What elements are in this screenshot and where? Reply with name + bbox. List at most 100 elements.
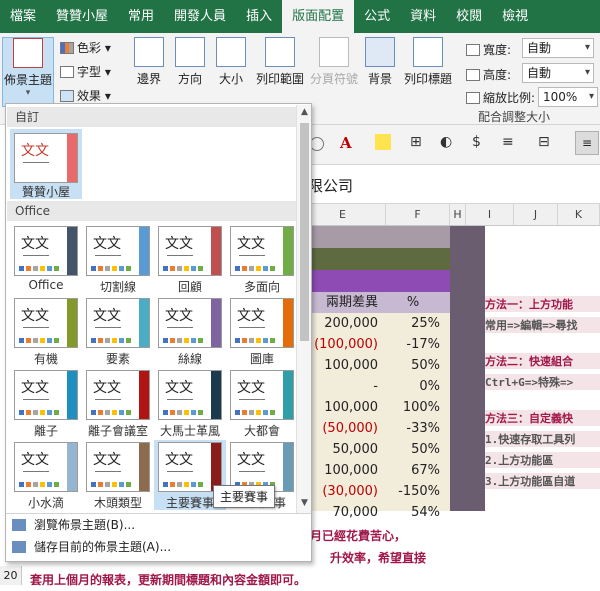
fonts-button[interactable]: 字型 ▾ xyxy=(60,63,111,80)
tab-insert[interactable]: 插入 xyxy=(236,0,282,33)
theme-tile[interactable]: 文文 離子會議室 xyxy=(82,368,154,438)
theme-tile[interactable]: 文文 回顧 xyxy=(154,224,226,294)
scale-spinner[interactable]: 100% xyxy=(538,87,598,107)
circle-icon[interactable] xyxy=(310,137,324,151)
print-titles-button[interactable]: 列印標題 xyxy=(402,37,454,87)
table-row: 70,000 54% xyxy=(300,502,450,523)
borders-icon[interactable]: ⊞ xyxy=(410,134,422,150)
gallery-scrollbar[interactable]: ▲ ▼ xyxy=(296,105,311,513)
merge-icon[interactable]: ⊟ xyxy=(538,134,550,150)
theme-tile[interactable]: 文文 多面向 xyxy=(226,224,298,294)
theme-tile[interactable]: 文文 小水滴 xyxy=(10,440,82,510)
browse-themes-item[interactable]: 瀏覽佈景主題(B)... xyxy=(12,516,135,533)
color-swatch xyxy=(270,266,275,271)
align-left-icon[interactable]: ≡ xyxy=(575,131,599,155)
font-color-icon[interactable]: A xyxy=(340,134,352,152)
tab-page-layout[interactable]: 版面配置 xyxy=(282,0,355,33)
pct-cell[interactable]: -150% xyxy=(386,481,450,502)
col-header-h[interactable]: H xyxy=(450,204,466,225)
size-button[interactable]: 大小 xyxy=(214,37,248,87)
diff-cell[interactable]: 100,000 xyxy=(300,397,386,418)
themes-button[interactable]: 佈景主題 ▾ xyxy=(2,37,54,107)
theme-tile[interactable]: 文文 大馬士革風 xyxy=(154,368,226,438)
scroll-thumb[interactable] xyxy=(300,123,309,341)
width-select[interactable]: 自動 xyxy=(522,38,594,58)
theme-swatches xyxy=(19,266,59,271)
table-row: 100,000 50% xyxy=(300,355,450,376)
scroll-up-icon[interactable]: ▲ xyxy=(297,105,312,120)
row-header[interactable]: 20 xyxy=(0,566,22,585)
theme-tile[interactable]: 文文 有機 xyxy=(10,296,82,366)
pct-cell[interactable]: -17% xyxy=(386,334,450,355)
theme-tile[interactable]: 文文 木頭類型 xyxy=(82,440,154,510)
col-header-e[interactable]: E xyxy=(300,204,386,225)
pct-cell[interactable]: 54% xyxy=(386,502,450,523)
diff-cell[interactable]: 100,000 xyxy=(300,460,386,481)
header-diff[interactable]: 兩期差異 xyxy=(300,292,386,313)
margins-button[interactable]: 邊界 xyxy=(130,37,168,87)
scroll-down-icon[interactable]: ▼ xyxy=(297,496,312,511)
pct-cell[interactable]: 0% xyxy=(386,376,450,397)
col-header-i[interactable]: I xyxy=(466,204,514,225)
col-header-j[interactable]: J xyxy=(514,204,558,225)
print-area-button[interactable]: 列印範圍 xyxy=(250,37,310,87)
diff-cell[interactable]: 200,000 xyxy=(300,313,386,334)
color-swatch xyxy=(256,338,261,343)
theme-tile[interactable]: 文文 要素 xyxy=(82,296,154,366)
theme-tile[interactable]: 文文 離子 xyxy=(10,368,82,438)
tab-custom[interactable]: 贊贊小屋 xyxy=(46,0,118,33)
col-header-k[interactable]: K xyxy=(558,204,600,225)
diff-cell[interactable]: 50,000 xyxy=(300,439,386,460)
theme-preview-line xyxy=(167,255,193,256)
diff-cell[interactable]: (100,000) xyxy=(300,334,386,355)
style-icon[interactable]: ◐ xyxy=(440,134,452,150)
colors-button[interactable]: 色彩 ▾ xyxy=(60,39,111,56)
theme-preview-text: 文文 xyxy=(21,308,49,324)
currency-icon[interactable]: $ xyxy=(472,134,481,150)
effects-button[interactable]: 效果 ▾ xyxy=(60,87,111,104)
diff-cell[interactable]: - xyxy=(300,376,386,397)
diff-cell[interactable]: 100,000 xyxy=(300,355,386,376)
orientation-button[interactable]: 方向 xyxy=(170,37,210,87)
diff-cell[interactable]: 70,000 xyxy=(300,502,386,523)
tab-home[interactable]: 常用 xyxy=(118,0,164,33)
color-swatch xyxy=(249,266,254,271)
formula-text[interactable]: 限公司 xyxy=(308,175,353,196)
tab-review[interactable]: 校閱 xyxy=(446,0,492,33)
pct-cell[interactable]: 50% xyxy=(386,355,450,376)
colors-label: 色彩 xyxy=(77,41,102,55)
theme-swatches xyxy=(19,482,59,487)
pct-cell[interactable]: -33% xyxy=(386,418,450,439)
color-swatch xyxy=(191,410,196,415)
tab-file[interactable]: 檔案 xyxy=(0,0,46,33)
breaks-button[interactable]: 分頁符號 xyxy=(306,37,362,87)
height-select[interactable]: 自動 xyxy=(522,63,594,83)
tab-view[interactable]: 檢視 xyxy=(492,0,538,33)
theme-tile[interactable]: 文文 絲線 xyxy=(154,296,226,366)
tab-developer[interactable]: 開發人員 xyxy=(164,0,236,33)
header-pct[interactable]: % xyxy=(386,292,450,313)
theme-thumbnail: 文文 xyxy=(14,442,78,492)
tab-data[interactable]: 資料 xyxy=(400,0,446,33)
theme-accent-strip xyxy=(139,299,149,347)
theme-tile[interactable]: 文文 圖庫 xyxy=(226,296,298,366)
theme-tile[interactable]: 文文 切割線 xyxy=(82,224,154,294)
print-area-icon xyxy=(265,37,295,67)
save-theme-item[interactable]: 儲存目前的佈景主題(A)... xyxy=(12,538,171,555)
theme-tile[interactable]: 文文 Office xyxy=(10,224,82,294)
pct-cell[interactable]: 67% xyxy=(386,460,450,481)
diff-cell[interactable]: (30,000) xyxy=(300,481,386,502)
diff-cell[interactable]: (50,000) xyxy=(300,418,386,439)
theme-tile[interactable]: 文文 大都會 xyxy=(226,368,298,438)
tab-formulas[interactable]: 公式 xyxy=(354,0,400,33)
pct-cell[interactable]: 50% xyxy=(386,439,450,460)
message-line: 套用上個月的報表，更新期間標題和內容金額即可。 xyxy=(30,573,307,587)
theme-preview-line xyxy=(95,255,121,256)
align-icon[interactable]: ≡ xyxy=(502,134,514,150)
fill-color-icon[interactable] xyxy=(375,134,391,150)
background-button[interactable]: 背景 xyxy=(362,37,398,87)
pct-cell[interactable]: 100% xyxy=(386,397,450,418)
pct-cell[interactable]: 25% xyxy=(386,313,450,334)
col-header-f[interactable]: F xyxy=(386,204,450,225)
custom-theme-tile[interactable]: 文文 贊贊小屋 xyxy=(10,129,82,199)
